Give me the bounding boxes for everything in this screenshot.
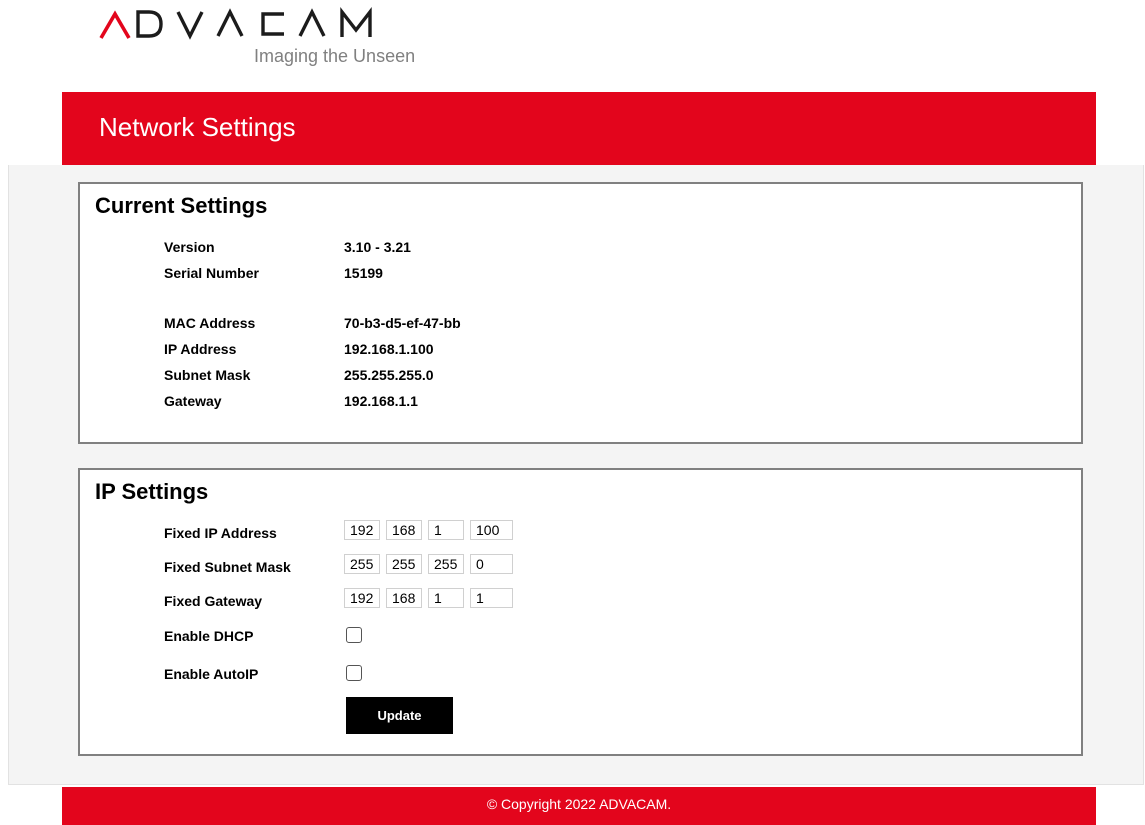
copyright-text: © Copyright 2022 ADVACAM.: [486, 796, 672, 812]
advacam-logo: Imaging the Unseen: [98, 6, 458, 76]
fixed-subnet-octet-4[interactable]: [470, 554, 513, 574]
fixed-gateway-octet-3[interactable]: [428, 588, 464, 608]
enable-dhcp-checkbox[interactable]: [346, 627, 362, 643]
main-content: Current Settings Version 3.10 - 3.21 Ser…: [8, 165, 1144, 785]
fixed-gateway-label: Fixed Gateway: [164, 593, 263, 609]
header-bar: Network Settings: [62, 92, 1096, 165]
fixed-gateway-octet-4[interactable]: [470, 588, 513, 608]
logo-letters-dvacam: [136, 7, 372, 40]
subnet-mask-label: Subnet Mask: [164, 367, 251, 383]
fixed-ip-octet-4[interactable]: [470, 520, 513, 540]
ip-settings-panel: IP Settings Fixed IP Address Fixed Subne…: [78, 468, 1083, 756]
current-settings-panel: Current Settings Version 3.10 - 3.21 Ser…: [78, 182, 1083, 444]
enable-autoip-checkbox[interactable]: [346, 665, 362, 681]
logo-a-triangle-icon: [99, 10, 131, 39]
gateway-label: Gateway: [164, 393, 222, 409]
fixed-gateway-octet-1[interactable]: [344, 588, 380, 608]
fixed-subnet-octet-3[interactable]: [428, 554, 464, 574]
enable-autoip-label: Enable AutoIP: [164, 666, 259, 682]
mac-address-label: MAC Address: [164, 315, 256, 331]
fixed-subnet-octet-2[interactable]: [386, 554, 422, 574]
mac-address-value: 70-b3-d5-ef-47-bb: [344, 315, 461, 331]
version-value: 3.10 - 3.21: [344, 239, 411, 255]
gateway-value: 192.168.1.1: [344, 393, 418, 409]
ip-settings-title: IP Settings: [95, 479, 209, 504]
page: Imaging the Unseen Network Settings Curr…: [0, 0, 1145, 825]
update-button[interactable]: Update: [346, 697, 453, 734]
fixed-subnet-octet-1[interactable]: [344, 554, 380, 574]
fixed-ip-octet-2[interactable]: [386, 520, 422, 540]
fixed-gateway-octet-2[interactable]: [386, 588, 422, 608]
footer-bar: © Copyright 2022 ADVACAM.: [62, 787, 1096, 825]
serial-number-label: Serial Number: [164, 265, 259, 281]
logo-tagline: Imaging the Unseen: [254, 46, 416, 66]
subnet-mask-value: 255.255.255.0: [344, 367, 434, 383]
serial-number-value: 15199: [344, 265, 383, 281]
page-title: Network Settings: [99, 112, 296, 142]
logo-wordmark: [98, 6, 402, 40]
fixed-subnet-label: Fixed Subnet Mask: [164, 559, 291, 575]
fixed-ip-label: Fixed IP Address: [164, 525, 277, 541]
current-settings-title: Current Settings: [95, 193, 268, 218]
fixed-ip-octet-1[interactable]: [344, 520, 380, 540]
ip-address-label: IP Address: [164, 341, 237, 357]
enable-dhcp-label: Enable DHCP: [164, 628, 254, 644]
fixed-ip-octet-3[interactable]: [428, 520, 464, 540]
version-label: Version: [164, 239, 215, 255]
ip-address-value: 192.168.1.100: [344, 341, 434, 357]
